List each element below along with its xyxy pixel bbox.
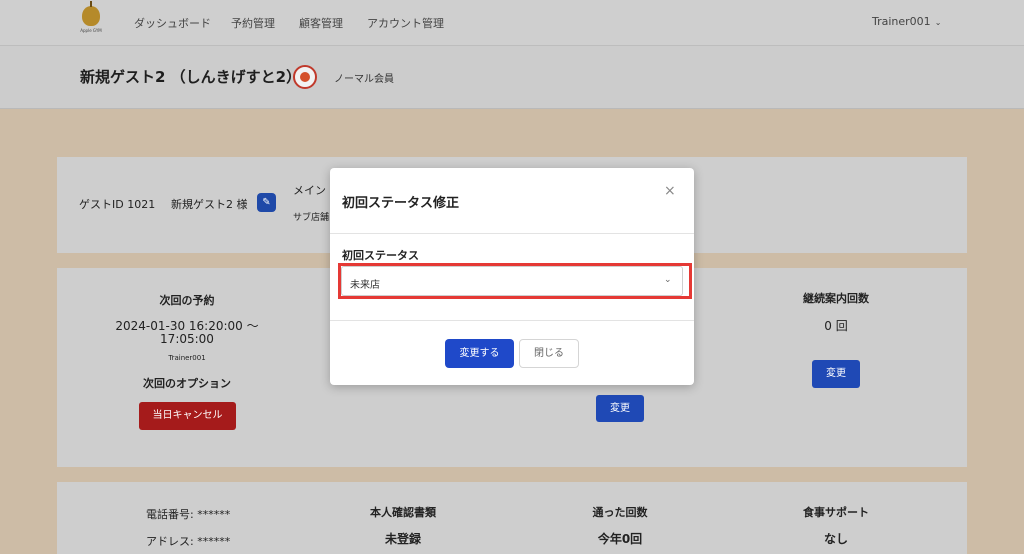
guest-name-title: 新規ゲスト2 （しんきげすと2） [80,68,302,86]
nav-dashboard[interactable]: ダッシュボード [134,15,211,31]
next-option-title: 次回のオプション [143,377,231,390]
member-type-label: ノーマル会員 [334,74,394,85]
chevron-down-icon: ⌄ [664,275,672,285]
initial-status-label: 初回ステータス [342,249,419,262]
id-document-title: 本人確認書類 [370,506,436,519]
guest-details-panel: 電話番号: ****** アドレス: ****** 本人確認書類 未登録 通った… [57,482,967,554]
nav-reservations[interactable]: 予約管理 [231,15,275,31]
submit-change-button[interactable]: 変更する [445,339,514,368]
meal-support-title: 食事サポート [803,506,869,519]
nav-accounts[interactable]: アカウント管理 [367,15,444,31]
change-continuation-button[interactable]: 変更 [812,360,860,388]
change-button-middle[interactable]: 変更 [596,395,644,422]
continuation-count-title: 継続案内回数 [803,292,869,305]
same-day-cancel-button[interactable]: 当日キャンセル [139,402,236,430]
guest-id: ゲストID 1021 [79,198,156,211]
continuation-count-value: 0 回 [824,319,848,333]
top-navbar: Apple GYM ダッシュボード 予約管理 顧客管理 アカウント管理 Trai… [0,0,1024,46]
chevron-down-icon: ⌄ [934,18,942,27]
apple-logo-icon [82,1,100,26]
modal-title: 初回ステータス修正 [342,196,460,211]
pencil-icon: ✎ [262,197,271,208]
close-modal-button[interactable]: 閉じる [519,339,579,368]
guest-header: 新規ゲスト2 （しんきげすと2） ノーマル会員 [0,46,1024,109]
meal-support-value: なし [823,532,848,546]
member-rank-icon [293,65,317,89]
nav-customers[interactable]: 顧客管理 [299,15,343,31]
modal-header: 初回ステータス修正 × [330,168,694,234]
edit-name-button[interactable]: ✎ [257,193,276,212]
initial-status-select[interactable]: 未来店 ⌄ [341,266,683,296]
visit-count-title: 通った回数 [592,506,648,519]
close-icon[interactable]: × [664,183,676,199]
selected-status-value: 未来店 [350,280,380,291]
visit-count-value: 今年0回 [597,532,643,546]
user-name: Trainer001 [872,15,931,28]
user-menu[interactable]: Trainer001 ⌄ [872,15,941,28]
next-booking-datetime-line2: 17:05:00 [160,332,214,346]
main-store-label: メイン [293,184,326,197]
next-booking-trainer: Trainer001 [168,354,206,362]
next-booking-title: 次回の予約 [159,294,215,307]
apple-gym-logo[interactable]: Apple GYM [78,1,104,40]
guest-name: 新規ゲスト2 様 [171,198,248,211]
sub-store-label: サブ店舗 [293,213,330,223]
phone-number: 電話番号: ****** [146,508,231,521]
email-address: アドレス: ****** [146,535,231,548]
logo-text: Apple GYM [80,28,102,33]
initial-status-modal: 初回ステータス修正 × 初回ステータス 未来店 ⌄ 変更する 閉じる [330,168,694,385]
modal-body: 初回ステータス 未来店 ⌄ [330,234,694,321]
modal-footer: 変更する 閉じる [330,321,694,385]
id-document-status: 未登録 [384,532,421,546]
